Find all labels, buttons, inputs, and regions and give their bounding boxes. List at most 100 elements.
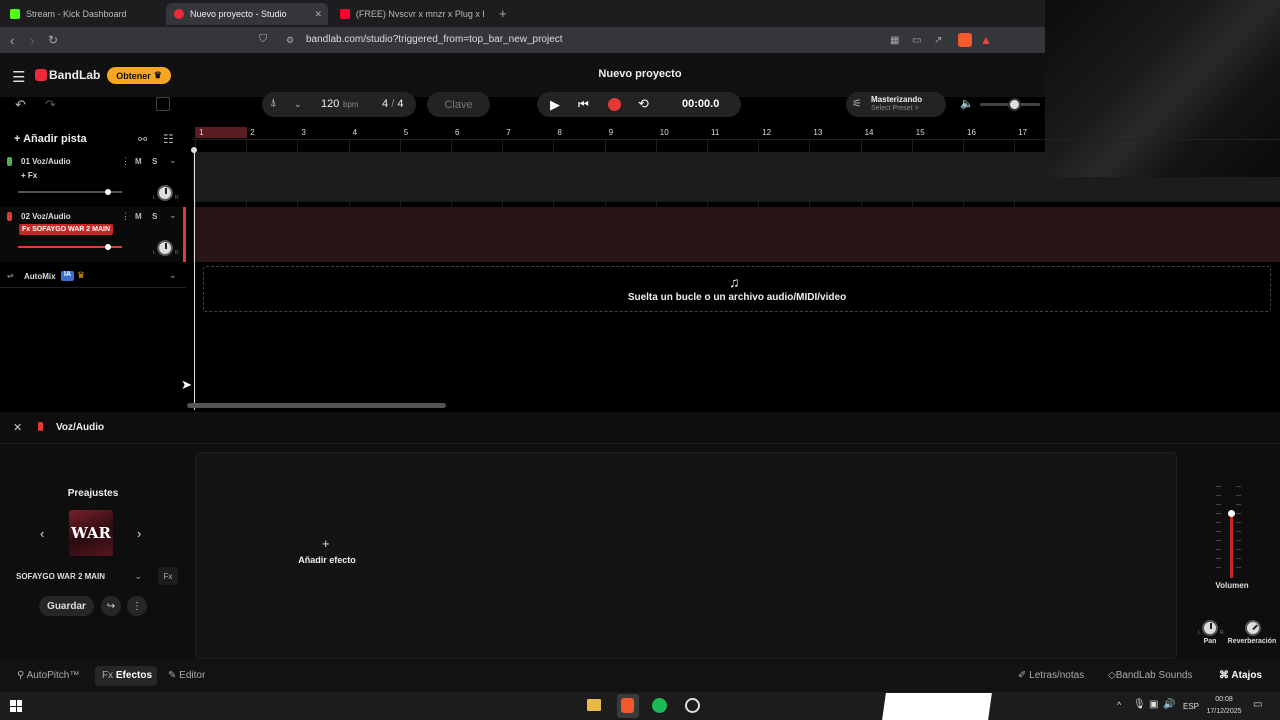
- record-icon[interactable]: [608, 98, 621, 111]
- mute-button[interactable]: M: [135, 212, 142, 221]
- pan-knob[interactable]: [157, 185, 173, 201]
- redo-icon[interactable]: ↷: [45, 97, 56, 113]
- time-sig-den: 4: [397, 98, 404, 110]
- obtener-button[interactable]: Obtener ♛: [107, 67, 171, 84]
- site-settings-icon[interactable]: ⚙: [286, 35, 294, 46]
- solo-button[interactable]: S: [152, 157, 157, 166]
- spotify-icon[interactable]: [652, 698, 667, 713]
- close-tab-icon[interactable]: ✕: [314, 9, 322, 20]
- playhead[interactable]: [194, 148, 195, 410]
- track-lane-1-extension[interactable]: [1045, 177, 1280, 202]
- meter-tick: [1216, 495, 1221, 496]
- time-display: 00:00.0: [682, 98, 720, 110]
- browser-tab-kick[interactable]: Stream - Kick Dashboard: [2, 3, 162, 25]
- timeline-scrollbar[interactable]: [187, 403, 446, 408]
- more-options-icon[interactable]: ⋮: [127, 596, 147, 616]
- network-icon[interactable]: ▣: [1149, 699, 1158, 710]
- fx-preset-badge[interactable]: Fx SOFAYGO WAR 2 MAIN: [19, 224, 114, 235]
- wand-icon[interactable]: ⚯: [138, 133, 147, 146]
- microphone-icon[interactable]: 🎙: [1133, 699, 1146, 710]
- tempo-value[interactable]: 120: [321, 98, 339, 110]
- file-explorer-icon[interactable]: [587, 699, 601, 711]
- loop-icon[interactable]: ⟲: [638, 96, 649, 112]
- pan-knob[interactable]: [157, 240, 173, 256]
- share-preset-icon[interactable]: ↪: [101, 596, 121, 616]
- lyrics-tab[interactable]: ✐ Letras/notas: [1018, 670, 1084, 681]
- menu-icon[interactable]: ☰: [12, 68, 25, 86]
- mute-icon[interactable]: 🔈: [960, 97, 974, 110]
- mixer-icon[interactable]: ☷: [163, 132, 174, 146]
- add-effect-plus-icon[interactable]: +: [322, 536, 330, 551]
- track-lane-1[interactable]: [193, 152, 1045, 202]
- close-panel-icon[interactable]: ✕: [13, 421, 22, 434]
- browser-tab-youtube[interactable]: (FREE) Nvscvr x mnzr x Plug x Regga: [332, 3, 492, 25]
- chevron-down-icon[interactable]: ⌄: [294, 99, 302, 110]
- brave-browser-icon[interactable]: [621, 698, 634, 713]
- solo-button[interactable]: S: [152, 212, 157, 221]
- chevron-down-icon[interactable]: ⌄: [169, 155, 177, 166]
- master-volume-thumb[interactable]: [1007, 98, 1021, 111]
- meter-tick: [1216, 549, 1221, 550]
- add-fx-button[interactable]: + Fx: [21, 171, 37, 180]
- meter-tick: [1236, 522, 1241, 523]
- chevron-down-icon[interactable]: ⌄: [169, 270, 177, 281]
- browser-tab-studio[interactable]: Nuevo proyecto - Studio ✕: [166, 3, 328, 25]
- fx-bypass-icon[interactable]: Fx: [158, 567, 178, 585]
- share-icon[interactable]: ↗: [934, 35, 942, 46]
- url-field[interactable]: bandlab.com/studio?triggered_from=top_ba…: [306, 34, 563, 45]
- chevron-up-icon[interactable]: ^: [1117, 700, 1121, 710]
- preset-artwork[interactable]: WAR: [69, 510, 113, 556]
- white-overlay-block: [882, 693, 992, 720]
- metronome-icon[interactable]: ⍋: [270, 97, 277, 110]
- prev-preset-icon[interactable]: ‹: [40, 526, 44, 541]
- pan-left-label: L: [1198, 630, 1201, 636]
- next-preset-icon[interactable]: ›: [137, 526, 141, 541]
- playhead-handle[interactable]: [191, 147, 197, 153]
- windows-start-icon[interactable]: [10, 700, 22, 712]
- editor-tab[interactable]: ✎ Editor: [168, 670, 205, 681]
- mute-button[interactable]: M: [135, 157, 142, 166]
- reader-icon[interactable]: ▦: [890, 35, 899, 46]
- more-icon[interactable]: ⋮: [121, 211, 130, 222]
- clock-time[interactable]: 00:08: [1204, 696, 1244, 703]
- play-icon[interactable]: ▶: [550, 97, 560, 113]
- meter-tick: [1216, 513, 1221, 514]
- speaker-icon[interactable]: 🔊: [1163, 699, 1175, 710]
- forward-icon[interactable]: ›: [30, 33, 34, 48]
- skip-back-icon[interactable]: ⏮: [578, 97, 589, 112]
- track-lane-2[interactable]: [193, 207, 1280, 262]
- add-effect-button[interactable]: Añadir efecto: [287, 555, 367, 565]
- autopitch-tab[interactable]: ⚲ AutoPitch™: [17, 670, 79, 681]
- mic-icon: [7, 212, 12, 221]
- layout-icon[interactable]: [156, 97, 170, 111]
- brave-rewards-icon[interactable]: ▲: [980, 33, 992, 47]
- chevron-down-icon[interactable]: ⌄: [169, 210, 177, 221]
- language-indicator[interactable]: ESP: [1183, 702, 1199, 711]
- add-track-button[interactable]: + Añadir pista: [14, 133, 87, 145]
- shortcuts-tab[interactable]: ⌘ Atajos: [1219, 670, 1262, 681]
- obtener-label: Obtener: [116, 70, 151, 81]
- cast-icon[interactable]: ▭: [912, 35, 921, 46]
- pan-knob[interactable]: [1202, 620, 1218, 636]
- track-name[interactable]: 02 Voz/Audio: [21, 212, 71, 221]
- effects-tab[interactable]: Fx Efectos: [102, 670, 152, 681]
- clock-date[interactable]: 17/12/2025: [1200, 708, 1248, 715]
- bookmark-icon[interactable]: ⛉: [259, 33, 267, 46]
- save-preset-button[interactable]: Guardar: [39, 596, 94, 616]
- bandlab-favicon-icon: [174, 9, 184, 19]
- obs-icon[interactable]: [685, 698, 700, 713]
- reload-icon[interactable]: ↻: [48, 33, 58, 47]
- new-tab-icon[interactable]: +: [499, 6, 507, 21]
- time-signature[interactable]: 4 / 4: [382, 98, 403, 110]
- notifications-icon[interactable]: ▭: [1253, 699, 1262, 710]
- back-icon[interactable]: ‹: [10, 33, 14, 48]
- track-name[interactable]: 01 Voz/Audio: [21, 157, 71, 166]
- fx-icon: Fx: [102, 670, 114, 681]
- volume-fader-thumb[interactable]: [1228, 510, 1235, 517]
- key-button[interactable]: Clave: [427, 92, 490, 117]
- brave-shield-icon[interactable]: [958, 33, 972, 47]
- bandlab-sounds-tab[interactable]: ◇BandLab Sounds: [1108, 670, 1192, 681]
- more-icon[interactable]: ⋮: [121, 156, 130, 167]
- undo-icon[interactable]: ↶: [15, 97, 26, 113]
- preset-select[interactable]: SOFAYGO WAR 2 MAIN ⌄: [8, 566, 150, 586]
